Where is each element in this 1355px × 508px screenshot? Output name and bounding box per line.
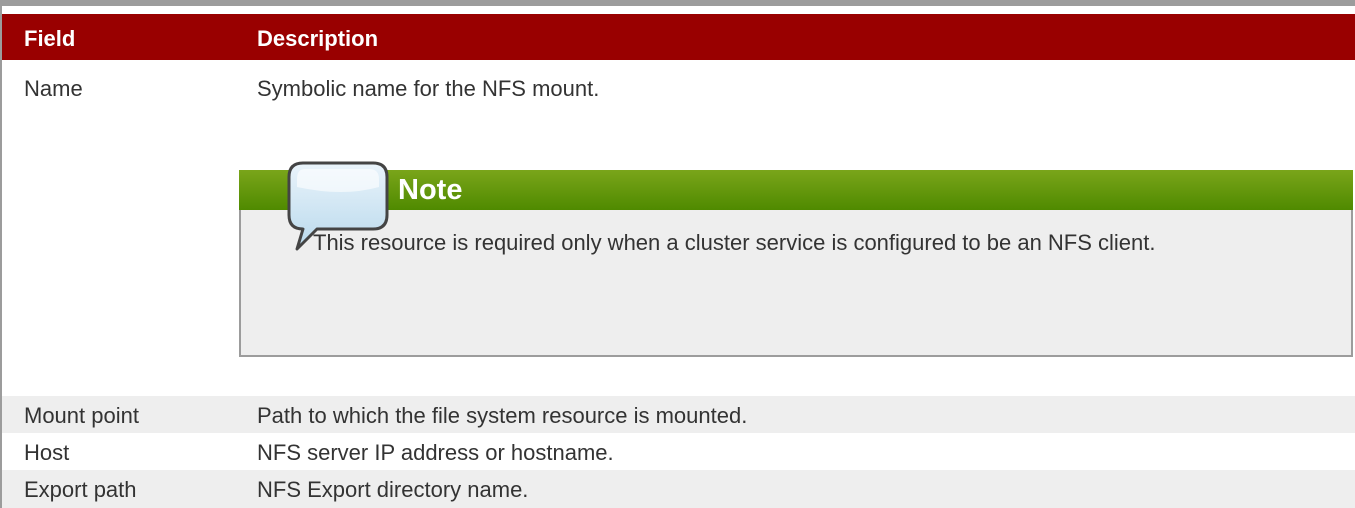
header-field: Field [24,26,76,51]
note-header: Note [239,170,1353,210]
field-cell: Name [24,76,83,101]
description-cell: NFS server IP address or hostname. [257,440,614,465]
note-body: This resource is required only when a cl… [239,210,1353,357]
field-cell: Mount point [24,403,139,428]
table-row: Export path NFS Export directory name. [2,470,1355,508]
description-cell: NFS Export directory name. [257,477,529,502]
description-cell: Path to which the file system resource i… [257,403,748,428]
table-row: Mount point Path to which the file syste… [2,396,1355,433]
table-row: Host NFS server IP address or hostname. [2,433,1355,470]
header-description: Description [257,26,379,51]
description-cell: Symbolic name for the NFS mount. [257,76,600,101]
speech-bubble-icon [287,161,389,251]
table-header: Field Description [2,14,1355,60]
field-cell: Export path [24,477,137,502]
note-title: Note [398,174,463,206]
note-admonition: Note This resource is required only when… [239,157,1353,357]
field-cell: Host [24,440,70,465]
note-text: This resource is required only when a cl… [313,230,1156,255]
